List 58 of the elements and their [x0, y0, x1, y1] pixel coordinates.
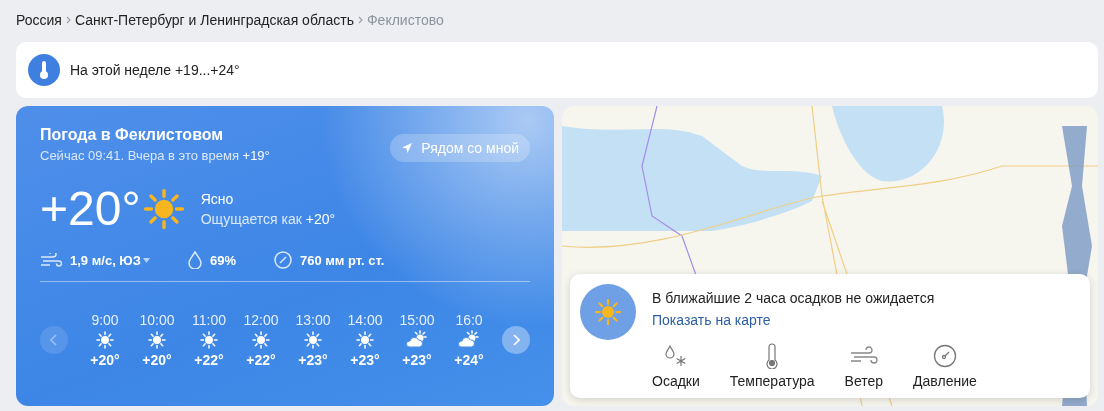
sun-cloud-icon	[458, 330, 480, 350]
thermometer-icon	[28, 54, 60, 86]
pressure-value: 760 мм рт. ст.	[299, 252, 385, 268]
humidity-drop-icon	[187, 251, 202, 269]
sun-icon	[303, 330, 323, 350]
chevron-icon	[357, 16, 363, 24]
breadcrumb-link[interactable]: Санкт-Петербург и Ленинградская область	[74, 12, 354, 28]
location-arrow-icon	[401, 142, 414, 154]
sun-icon	[580, 284, 636, 340]
hour-temperature: +20°	[142, 352, 172, 368]
sun-icon	[199, 330, 219, 350]
map-layer-button[interactable]: Давление	[913, 343, 977, 389]
map-drawing[interactable]	[562, 106, 1098, 406]
hour-time: 9:00	[91, 312, 119, 328]
humidity-value: 69%	[209, 252, 236, 268]
sun-cloud-icon	[406, 330, 428, 350]
hour-temperature: +20°	[90, 352, 120, 368]
chevron-left-icon	[50, 334, 58, 346]
map-layer-button[interactable]: Ветер	[844, 343, 884, 389]
hour-temperature: +22°	[246, 352, 276, 368]
pressure-gauge-icon	[273, 251, 292, 269]
show-on-map-link[interactable]: Показать на карте	[652, 312, 771, 328]
hour-time: 12:00	[243, 312, 279, 328]
hour-temperature: +23°	[350, 352, 380, 368]
hour-temperature: +23°	[402, 352, 432, 368]
week-summary: На этой неделе +19...+24°	[70, 62, 240, 78]
hour-time: 14:00	[347, 312, 383, 328]
feels-like-text: Ощущается как +20°	[200, 211, 336, 227]
pressure-icon	[932, 343, 957, 369]
location-title: Погода в Феклистовом	[40, 126, 225, 144]
hour-time: 15:00	[399, 312, 435, 328]
condition-text: Ясно	[200, 191, 235, 207]
sun-icon	[251, 330, 271, 350]
precipitation-icon	[663, 343, 688, 369]
chevron-icon	[65, 16, 71, 24]
current-time-text: Сейчас 09:41. Вчера в это время +19°	[40, 148, 270, 163]
map-layer-button[interactable]: Осадки	[652, 343, 700, 389]
hour-time: 13:00	[295, 312, 331, 328]
sun-icon	[147, 330, 167, 350]
next-button[interactable]	[502, 326, 530, 354]
hour-temperature: +23°	[298, 352, 328, 368]
sun-icon	[95, 330, 115, 350]
hour-temperature: +24°	[454, 352, 484, 368]
hour-time: 16:0	[455, 312, 483, 328]
hour-time: 10:00	[139, 312, 175, 328]
direction-caret-icon	[142, 257, 150, 263]
wind-icon	[40, 253, 62, 267]
precipitation-message: В ближайшие 2 часа осадков не ожидается	[652, 290, 936, 306]
hour-temperature: +22°	[194, 352, 224, 368]
breadcrumb-current: Феклистово	[366, 12, 444, 28]
breadcrumb-link[interactable]: Россия	[16, 12, 62, 28]
chevron-right-icon	[512, 334, 520, 346]
temperature-icon	[765, 343, 780, 369]
wind-speed: 1,9 м/с, ЮЗ	[70, 252, 150, 268]
map-layer-button[interactable]: Температура	[729, 343, 815, 389]
hour-time: 11:00	[192, 312, 226, 328]
sun-icon	[355, 330, 375, 350]
current-temperature: +20°	[40, 181, 141, 237]
